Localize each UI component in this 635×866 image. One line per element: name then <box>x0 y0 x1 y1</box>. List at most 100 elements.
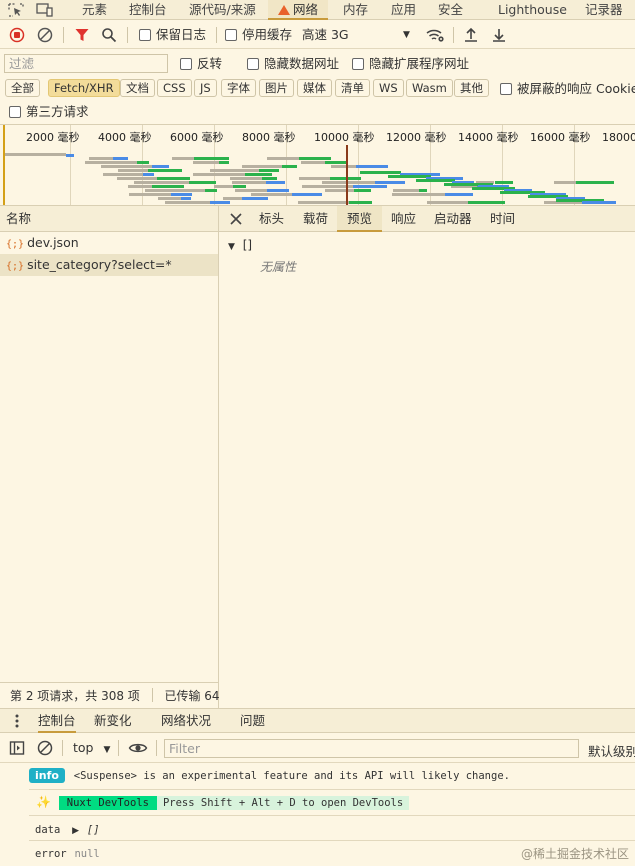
tab-payload[interactable]: 载荷 <box>293 206 338 232</box>
tab-security[interactable]: 安全 <box>438 0 463 20</box>
type-chip-media[interactable]: 媒体 <box>297 79 332 97</box>
timeline-request-bar <box>147 169 183 172</box>
transferred-size: 已传输 641 <box>164 689 219 703</box>
timeline-tick-label: 4000 毫秒 <box>98 131 152 144</box>
timeline-tick-label: 10000 毫秒 <box>314 131 375 144</box>
third-party-checkbox[interactable]: 第三方请求 <box>9 103 89 121</box>
timeline-request-bar <box>242 197 269 200</box>
tab-recorder[interactable]: 记录器 <box>585 0 623 20</box>
tab-elements[interactable]: 元素 <box>82 0 107 20</box>
timeline-request-bar <box>233 185 246 188</box>
type-chip-font[interactable]: 字体 <box>221 79 256 97</box>
drawer-tab-console[interactable]: 控制台 <box>38 709 76 733</box>
blocked-cookies-checkbox[interactable]: 被屏蔽的响应 Cookie <box>500 80 635 98</box>
tab-memory[interactable]: 内存 <box>343 0 368 20</box>
console-message-data[interactable]: data ▶ [] <box>35 822 100 836</box>
record-stop-icon[interactable] <box>9 27 25 43</box>
request-row[interactable]: {;} dev.json <box>0 232 218 254</box>
clear-icon[interactable] <box>37 27 53 43</box>
more-vertical-icon[interactable] <box>12 713 22 729</box>
type-chip-other[interactable]: 其他 <box>454 79 489 97</box>
device-toolbar-icon[interactable] <box>36 3 54 17</box>
tab-network[interactable]: 网络 <box>268 0 329 20</box>
type-chip-all[interactable]: 全部 <box>5 79 40 97</box>
request-row-selected[interactable]: {;} site_category?select=* <box>0 254 218 276</box>
throttle-select[interactable]: 高速 3G ▼ <box>302 26 414 44</box>
type-chip-img[interactable]: 图片 <box>259 79 294 97</box>
drawer-tab-whats-new[interactable]: 新变化 <box>94 709 132 733</box>
preview-tree-root[interactable]: ▼ [] <box>228 238 252 252</box>
column-header-name[interactable]: 名称 <box>0 206 218 232</box>
preserve-log-label: 保留日志 <box>156 27 207 42</box>
tab-console[interactable]: 控制台 <box>129 0 167 20</box>
toolbar-divider <box>63 27 64 43</box>
timeline-request-bar <box>172 157 195 160</box>
toolbar-divider <box>453 27 454 43</box>
filter-input[interactable]: 过滤 <box>4 54 168 73</box>
type-chip-css[interactable]: CSS <box>157 79 192 97</box>
console-message-error: error null <box>35 846 100 860</box>
hide-data-urls-checkbox[interactable]: 隐藏数据网址 <box>247 55 339 73</box>
expand-triangle-icon[interactable]: ▶ <box>72 826 79 836</box>
chevron-down-icon: ▼ <box>403 30 410 40</box>
live-expression-eye-icon[interactable] <box>128 740 148 756</box>
timeline-request-bar <box>291 193 322 196</box>
clear-console-icon[interactable] <box>37 740 53 756</box>
context-select[interactable]: top ▼ <box>73 740 110 755</box>
request-summary-bar: 第 2 项请求，共 308 项 已传输 641 <box>0 682 219 708</box>
disable-cache-checkbox[interactable]: 停用缓存 <box>225 26 292 44</box>
network-overview-timeline[interactable]: 2000 毫秒 4000 毫秒 6000 毫秒 8000 毫秒 10000 毫秒 1200… <box>0 124 635 206</box>
tab-preview[interactable]: 预览 <box>337 206 383 232</box>
console-message-nuxt: ✨ Nuxt DevTools Press Shift + Alt + D to … <box>36 795 410 810</box>
timeline-request-bar <box>352 185 387 188</box>
type-chip-manifest[interactable]: 清单 <box>335 79 370 97</box>
log-levels-select[interactable]: 默认级别 <box>588 741 635 760</box>
hide-extension-urls-checkbox[interactable]: 隐藏扩展程序网址 <box>352 55 469 73</box>
close-icon[interactable] <box>229 212 243 226</box>
preserve-log-checkbox[interactable]: 保留日志 <box>139 26 206 44</box>
timeline-request-bar <box>281 165 297 168</box>
timeline-tick-label: 14000 毫秒 <box>458 131 519 144</box>
export-har-icon[interactable] <box>491 27 507 43</box>
type-chip-js[interactable]: JS <box>194 79 217 97</box>
drawer-tab-issues[interactable]: 问题 <box>240 709 265 733</box>
type-chip-ws[interactable]: WS <box>373 79 404 97</box>
context-value: top <box>73 740 94 755</box>
type-chip-wasm[interactable]: Wasm <box>406 79 453 97</box>
tab-headers[interactable]: 标头 <box>249 206 294 232</box>
console-filter-input[interactable]: Filter <box>164 739 579 758</box>
tab-application[interactable]: 应用 <box>391 0 416 20</box>
timeline-request-bar <box>116 177 157 180</box>
blocked-cookies-label: 被屏蔽的响应 Cookie <box>517 81 635 96</box>
timeline-request-bar <box>356 165 388 168</box>
timeline-request-bar <box>261 177 277 180</box>
sidebar-toggle-icon[interactable] <box>9 740 25 756</box>
search-icon[interactable] <box>101 27 117 43</box>
inspect-element-icon[interactable] <box>8 3 24 17</box>
tab-sources[interactable]: 源代码/来源 <box>189 0 256 20</box>
timeline-request-bar <box>210 169 259 172</box>
timeline-request-bar <box>100 165 153 168</box>
invert-checkbox[interactable]: 反转 <box>180 55 222 73</box>
tab-response[interactable]: 响应 <box>381 206 426 232</box>
type-chip-fetch-xhr[interactable]: Fetch/XHR <box>48 79 120 97</box>
timeline-request-bar <box>250 193 292 196</box>
network-conditions-icon[interactable] <box>425 26 445 44</box>
tab-lighthouse[interactable]: Lighthouse <box>498 0 567 20</box>
throttle-value: 高速 3G <box>302 27 349 42</box>
timeline-request-bar <box>102 173 144 176</box>
sparkles-icon: ✨ <box>36 795 51 809</box>
drawer-tab-network-conditions[interactable]: 网络状况 <box>161 709 211 733</box>
timeline-request-bar <box>416 179 455 182</box>
info-message: <Suspense> is an experimental feature an… <box>73 770 510 782</box>
divider <box>0 762 635 763</box>
expand-triangle-icon: ▼ <box>228 242 235 252</box>
tab-timing[interactable]: 时间 <box>480 206 525 232</box>
tab-initiator[interactable]: 启动器 <box>424 206 482 232</box>
timeline-load-marker <box>346 145 348 205</box>
import-har-icon[interactable] <box>463 27 479 43</box>
timeline-request-bar <box>192 173 245 176</box>
info-badge: info <box>29 768 65 783</box>
filter-funnel-icon[interactable] <box>74 27 90 43</box>
type-chip-doc[interactable]: 文档 <box>120 79 155 97</box>
